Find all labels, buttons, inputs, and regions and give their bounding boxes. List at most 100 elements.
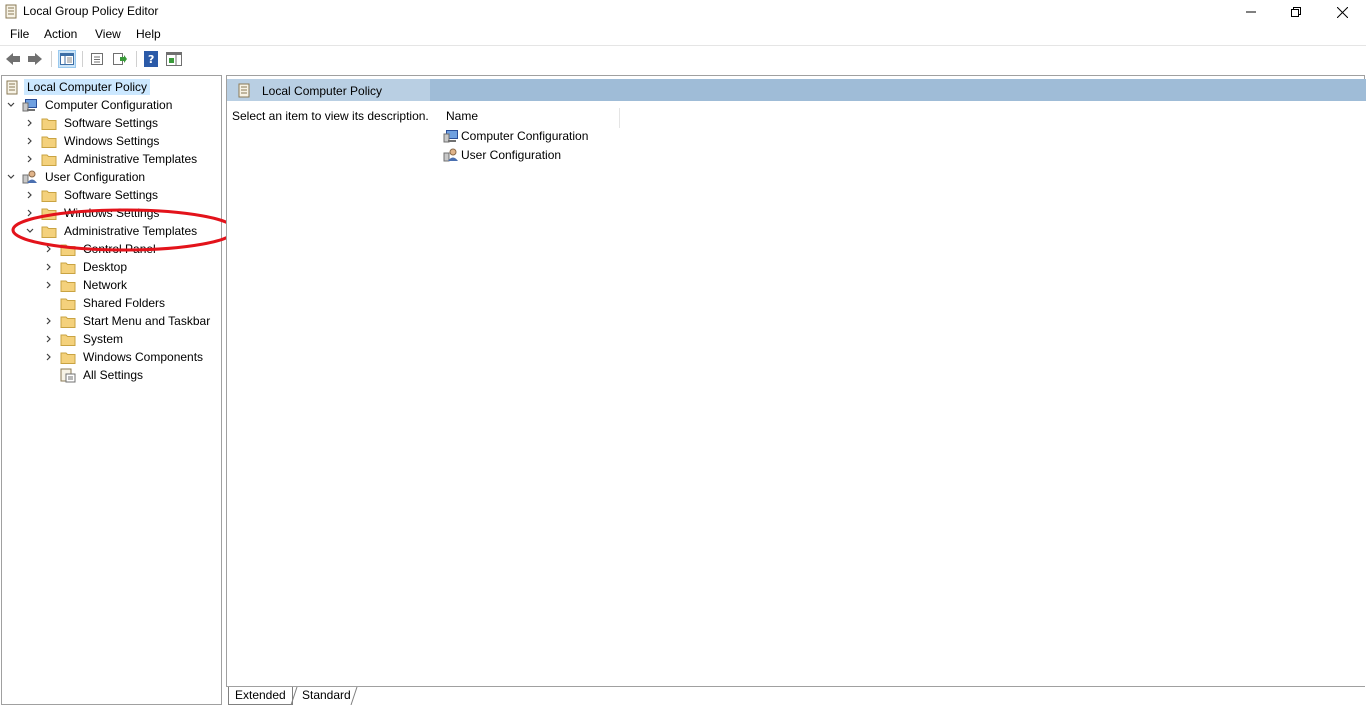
chevron-right-icon[interactable] (43, 333, 55, 345)
policy-scroll-icon (238, 83, 251, 101)
title-bar: Local Group Policy Editor (0, 0, 1366, 24)
tree-item-all-settings[interactable]: All Settings (43, 366, 146, 384)
help-button[interactable]: ? (142, 50, 160, 68)
policy-scroll-icon (4, 80, 20, 94)
tab-divider (290, 687, 298, 705)
folder-icon (60, 314, 76, 328)
tree-item-user-configuration[interactable]: User Configuration (5, 168, 148, 186)
description-text: Select an item to view its description. (232, 109, 429, 123)
computer-icon (443, 129, 459, 143)
tree-item-windows-settings[interactable]: Windows Settings (24, 132, 162, 150)
tree-item-label: Administrative Templates (64, 152, 198, 166)
user-icon (22, 170, 38, 184)
folder-icon (60, 350, 76, 364)
console-tree[interactable]: Local Computer Policy Computer Configura… (1, 75, 222, 705)
details-body: Select an item to view its description. … (227, 101, 1366, 686)
tree-item-label: Software Settings (64, 116, 159, 130)
tree-item-desktop[interactable]: Desktop (43, 258, 130, 276)
tree-item-system[interactable]: System (43, 330, 126, 348)
tree-item-shared-folders[interactable]: Shared Folders (43, 294, 168, 312)
column-header-name[interactable]: Name (445, 108, 620, 128)
tree-item-label: Local Computer Policy (24, 79, 151, 95)
menu-action[interactable]: Action (44, 27, 77, 41)
chevron-down-icon[interactable] (5, 171, 17, 183)
action-pane-button[interactable] (165, 50, 183, 68)
tree-item-label: Windows Settings (64, 134, 160, 148)
window-title: Local Group Policy Editor (23, 4, 159, 18)
tree-item-label: Windows Components (83, 350, 204, 364)
chevron-right-icon[interactable] (24, 135, 36, 147)
tree-item-computer-configuration[interactable]: Computer Configuration (5, 96, 175, 114)
forward-button[interactable] (26, 50, 44, 68)
tree-item-label: Shared Folders (83, 296, 166, 310)
help-icon: ? (144, 51, 158, 67)
tree-item-label: Computer Configuration (45, 98, 173, 112)
tree-item-label: Network (83, 278, 128, 292)
chevron-right-icon[interactable] (24, 153, 36, 165)
tree-item-label: All Settings (83, 368, 144, 382)
annotation-ellipse (11, 208, 237, 252)
close-button[interactable] (1319, 0, 1365, 24)
tree-item-user-software-settings[interactable]: Software Settings (24, 186, 161, 204)
properties-icon (91, 53, 103, 65)
back-button[interactable] (4, 50, 22, 68)
list-item-label: Computer Configuration (461, 129, 589, 143)
back-icon (6, 53, 20, 65)
tree-item-label: Software Settings (64, 188, 159, 202)
chevron-right-icon[interactable] (43, 351, 55, 363)
folder-icon (60, 296, 76, 310)
tree-expander-spacer (43, 297, 55, 309)
folder-icon (41, 188, 57, 202)
chevron-right-icon[interactable] (43, 261, 55, 273)
all-settings-icon (60, 368, 76, 382)
restore-button[interactable] (1273, 0, 1319, 24)
list-item-user-configuration[interactable]: User Configuration (443, 146, 561, 164)
chevron-right-icon[interactable] (24, 117, 36, 129)
column-header-label: Name (446, 109, 479, 123)
minimize-button[interactable] (1228, 0, 1274, 24)
folder-icon (41, 116, 57, 130)
details-title: Local Computer Policy (262, 84, 383, 98)
tree-item-label: Start Menu and Taskbar (83, 314, 211, 328)
tree-item-label: Desktop (83, 260, 128, 274)
toolbar-separator (136, 51, 137, 67)
folder-icon (41, 152, 57, 166)
forward-icon (28, 53, 42, 65)
tree-item-start-menu-and-taskbar[interactable]: Start Menu and Taskbar (43, 312, 213, 330)
menu-help[interactable]: Help (136, 27, 161, 41)
export-list-button[interactable] (111, 50, 129, 68)
tree-item-administrative-templates[interactable]: Administrative Templates (24, 150, 200, 168)
list-item-computer-configuration[interactable]: Computer Configuration (443, 127, 588, 145)
folder-icon (60, 332, 76, 346)
chevron-right-icon[interactable] (24, 189, 36, 201)
computer-icon (22, 98, 38, 112)
tab-extended[interactable]: Extended (228, 687, 293, 705)
folder-icon (60, 278, 76, 292)
folder-icon (41, 134, 57, 148)
details-header: Local Computer Policy (227, 79, 1366, 101)
close-icon (1336, 6, 1348, 18)
restore-icon (1291, 7, 1301, 17)
tree-expander-spacer (43, 369, 55, 381)
chevron-right-icon[interactable] (43, 315, 55, 327)
toolbar-separator (51, 51, 52, 67)
action-pane-icon (166, 52, 182, 66)
details-pane: Local Computer Policy Select an item to … (226, 75, 1366, 687)
user-icon (443, 148, 459, 162)
tree-item-network[interactable]: Network (43, 276, 130, 294)
minimize-icon (1246, 11, 1256, 13)
show-hide-console-tree-icon (60, 53, 74, 65)
menu-file[interactable]: File (10, 27, 29, 41)
folder-icon (60, 260, 76, 274)
menu-view[interactable]: View (95, 27, 121, 41)
tree-item-label: System (83, 332, 124, 346)
show-hide-console-tree-button[interactable] (58, 50, 76, 68)
tree-item-software-settings[interactable]: Software Settings (24, 114, 161, 132)
properties-button[interactable] (88, 50, 106, 68)
tree-item-local-computer-policy[interactable]: Local Computer Policy (4, 78, 151, 96)
chevron-right-icon[interactable] (43, 279, 55, 291)
tree-item-windows-components[interactable]: Windows Components (43, 348, 206, 366)
tab-divider (350, 687, 358, 705)
chevron-down-icon[interactable] (5, 99, 17, 111)
toolbar: ? (0, 45, 1366, 71)
